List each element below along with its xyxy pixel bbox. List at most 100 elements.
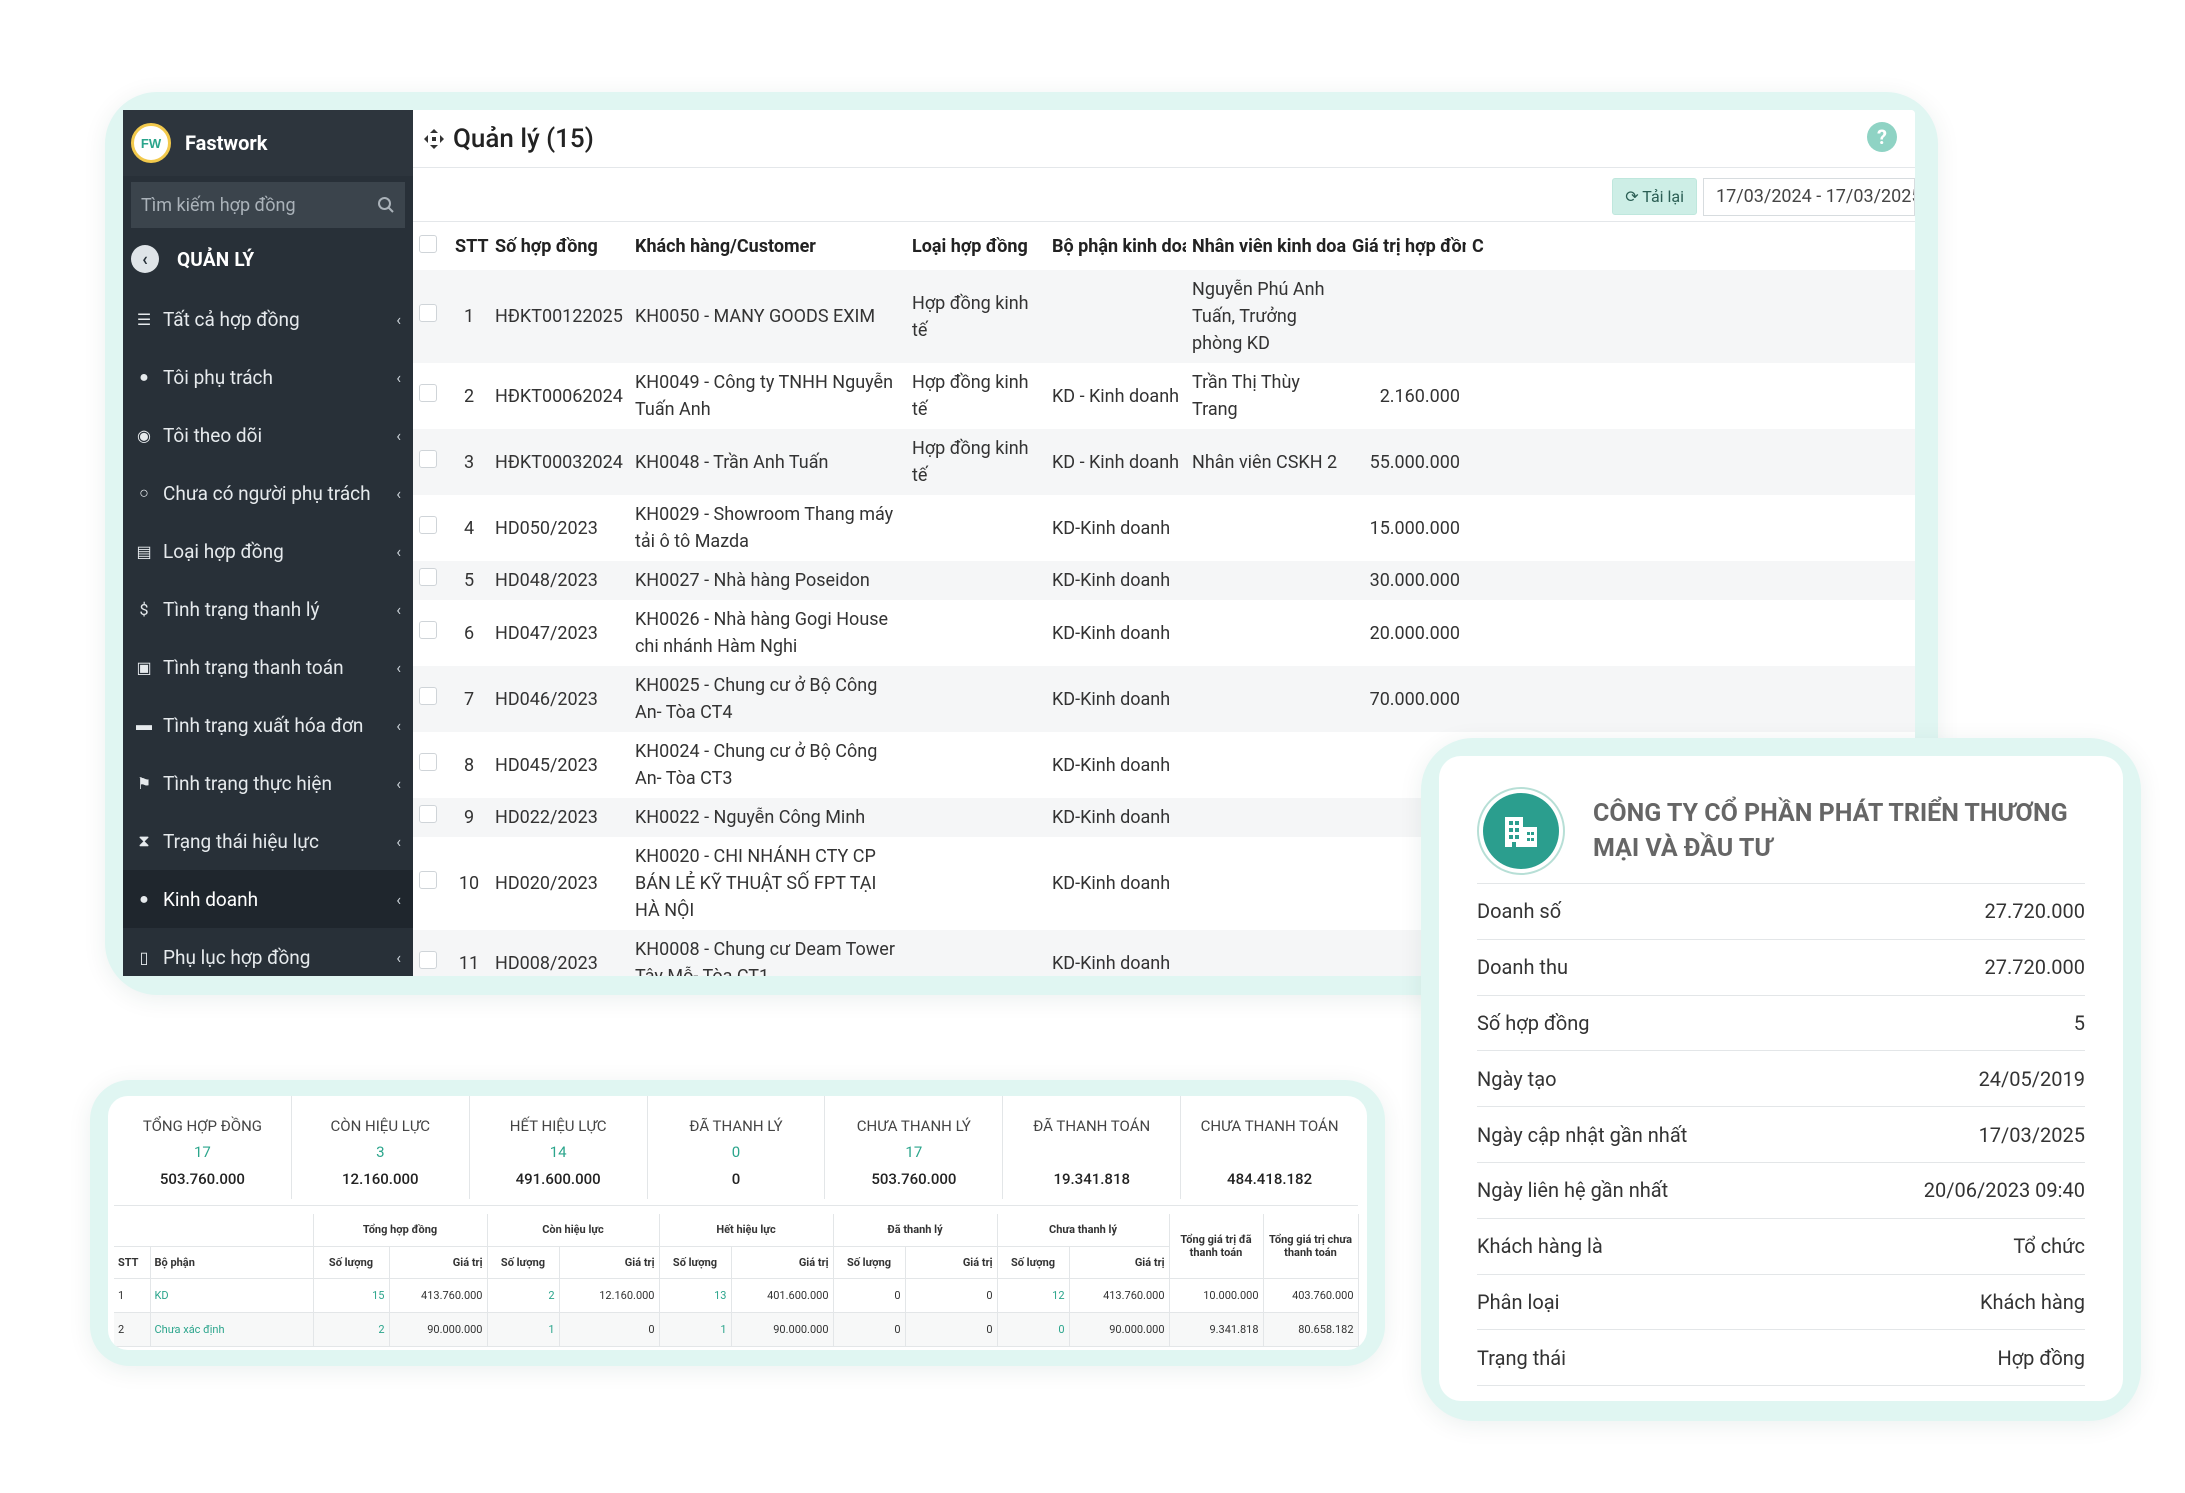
qty-cell[interactable]: 13: [659, 1278, 732, 1313]
flag-icon: ⚑: [136, 773, 152, 793]
contract-code-link[interactable]: HD022/2023: [489, 798, 629, 837]
section-header[interactable]: ‹ QUẢN LÝ: [123, 228, 413, 290]
contract-code-link[interactable]: HD048/2023: [489, 561, 629, 600]
contract-code-link[interactable]: HD047/2023: [489, 600, 629, 666]
detail-value: 20/06/2023 09:40: [1923, 1178, 2085, 1203]
row-checkbox[interactable]: [419, 950, 437, 969]
back-arrow-icon[interactable]: ‹: [131, 245, 159, 273]
qty-cell[interactable]: 12: [997, 1278, 1070, 1313]
stat-count[interactable]: [1181, 1143, 1358, 1162]
sidebar-item-loai-hop-dong[interactable]: ▤ Loại hợp đồng ‹: [123, 522, 413, 580]
qty-cell[interactable]: 1: [659, 1312, 732, 1347]
customer-link[interactable]: KH0022 - Nguyễn Công Minh: [629, 798, 906, 837]
row-checkbox[interactable]: [419, 871, 437, 889]
customer-link[interactable]: KH0050 - MANY GOODS EXIM: [629, 270, 906, 363]
col-customer[interactable]: Khách hàng/Customer: [629, 222, 906, 270]
detail-value: Khách hàng: [1979, 1289, 2085, 1314]
col-department[interactable]: Bộ phận kinh doanh: [1046, 222, 1186, 270]
table-row[interactable]: 6 HD047/2023 KH0026 - Nhà hàng Gogi House …: [413, 600, 1915, 666]
sidebar-item-toi-phu-trach[interactable]: ● Tôi phụ trách ‹: [123, 348, 413, 406]
dept-link[interactable]: Chưa xác định: [150, 1312, 314, 1347]
qty-cell[interactable]: 2: [313, 1312, 390, 1347]
qty-cell[interactable]: 1: [487, 1312, 560, 1347]
stat-count[interactable]: [1003, 1143, 1180, 1162]
row-checkbox[interactable]: [419, 805, 437, 823]
stat-count[interactable]: 0: [648, 1143, 825, 1162]
table-row[interactable]: 1 HĐKT00122025 KH0050 - MANY GOODS EXIM Hợp…: [413, 270, 1915, 363]
row-checkbox[interactable]: [419, 304, 437, 322]
stat-count[interactable]: 14: [470, 1143, 647, 1162]
customer-link[interactable]: KH0048 - Trần Anh Tuấn: [629, 429, 906, 495]
customer-link[interactable]: KH0025 - Chung cư ở Bộ Công An- Tòa CT4: [629, 666, 906, 732]
contract-code-link[interactable]: HD020/2023: [489, 837, 629, 930]
customer-link[interactable]: KH0024 - Chung cư ở Bộ Công An- Tòa CT3: [629, 732, 906, 798]
qty-cell[interactable]: 0: [997, 1312, 1070, 1347]
table-header-row: STT Số hợp đồng Khách hàng/Customer Loại…: [413, 222, 1915, 270]
table-row[interactable]: 2 HĐKT00062024 KH0049 - Công ty TNHH Nguyễ…: [413, 363, 1915, 429]
col-value[interactable]: Giá trị hợp đồng: [1346, 222, 1466, 270]
money-icon: ▣: [136, 657, 152, 677]
row-checkbox[interactable]: [419, 515, 437, 534]
sidebar-item-tat-ca-hop-dong[interactable]: ☰ Tất cả hợp đồng ‹: [123, 290, 413, 348]
customer-link[interactable]: KH0026 - Nhà hàng Gogi House chi nhánh H…: [629, 600, 906, 666]
contract-code-link[interactable]: HD046/2023: [489, 666, 629, 732]
search-icon[interactable]: [377, 196, 395, 214]
row-checkbox[interactable]: [419, 568, 437, 586]
sidebar-item-tinh-trang-xuat-hoa-don[interactable]: ▬ Tình trạng xuất hóa đơn ‹: [123, 696, 413, 754]
sales-staff: [1186, 561, 1346, 600]
contract-code-link[interactable]: HD008/2023: [489, 930, 629, 976]
sidebar-item-tinh-trang-thanh-toan[interactable]: ▣ Tình trạng thanh toán ‹: [123, 638, 413, 696]
sidebar-item-toi-theo-doi[interactable]: ◉ Tôi theo dõi ‹: [123, 406, 413, 464]
sidebar-item-trang-thai-hieu-luc[interactable]: ⧗ Trạng thái hiệu lực ‹: [123, 812, 413, 870]
sidebar-item-kinh-doanh[interactable]: ● Kinh doanh ‹: [123, 870, 413, 928]
sidebar-item-phu-luc-hop-dong[interactable]: ▯ Phụ lục hợp đồng ‹: [123, 928, 413, 976]
detail-row: Doanh thu 27.720.000: [1477, 940, 2085, 996]
table-row[interactable]: 4 HD050/2023 KH0029 - Showroom Thang máy t…: [413, 495, 1915, 561]
col-contract-code[interactable]: Số hợp đồng: [489, 222, 629, 270]
contract-type: [906, 798, 1046, 837]
help-icon[interactable]: ?: [1867, 122, 1897, 152]
dept-link[interactable]: KD: [150, 1278, 314, 1313]
search-input[interactable]: [141, 194, 361, 216]
date-range-picker[interactable]: 17/03/2024 - 17/03/2025: [1703, 177, 1915, 216]
chevron-left-icon: ‹: [396, 599, 401, 619]
row-checkbox[interactable]: [419, 752, 437, 771]
sidebar-item-tinh-trang-thanh-ly[interactable]: $ Tình trạng thanh lý ‹: [123, 580, 413, 638]
qty-cell[interactable]: 15: [313, 1278, 390, 1313]
col-extra[interactable]: C: [1466, 222, 1915, 270]
select-all-checkbox[interactable]: [419, 234, 437, 253]
row-checkbox[interactable]: [419, 620, 437, 639]
customer-link[interactable]: KH0049 - Công ty TNHH Nguyễn Tuấn Anh: [629, 363, 906, 429]
qty-cell[interactable]: 2: [487, 1278, 560, 1313]
paid-total: 9.341.818: [1169, 1312, 1264, 1347]
contract-code-link[interactable]: HĐKT00062024: [489, 363, 629, 429]
col-stt[interactable]: STT: [449, 222, 489, 270]
row-checkbox[interactable]: [419, 383, 437, 402]
customer-link[interactable]: KH0008 - Chung cư Deam Tower Tây Mỗ- Tòa…: [629, 930, 906, 976]
stat-count[interactable]: 17: [114, 1143, 291, 1162]
sidebar-item-label: Kinh doanh: [163, 887, 259, 911]
detail-value: 27.720.000: [1984, 899, 2085, 924]
row-checkbox[interactable]: [419, 449, 437, 468]
stat-count[interactable]: 3: [292, 1143, 469, 1162]
customer-link[interactable]: KH0020 - CHI NHÁNH CTY CP BÁN LẺ KỸ THUẬ…: [629, 837, 906, 930]
customer-link[interactable]: KH0029 - Showroom Thang máy tải ô tô Maz…: [629, 495, 906, 561]
table-row[interactable]: 3 HĐKT00032024 KH0048 - Trần Anh Tuấn Hợp đ…: [413, 429, 1915, 495]
sidebar-item-tinh-trang-thuc-hien[interactable]: ⚑ Tình trạng thực hiện ‹: [123, 754, 413, 812]
contract-code-link[interactable]: HĐKT00032024: [489, 429, 629, 495]
reload-button[interactable]: ⟳ Tải lại: [1612, 178, 1697, 215]
table-row[interactable]: 5 HD048/2023 KH0027 - Nhà hàng Poseidon KD-…: [413, 561, 1915, 600]
contract-code-link[interactable]: HD050/2023: [489, 495, 629, 561]
company-header: CÔNG TY CỔ PHẦN PHÁT TRIỂN THƯƠNG MẠI VÀ…: [1477, 778, 2085, 884]
customer-link[interactable]: KH0027 - Nhà hàng Poseidon: [629, 561, 906, 600]
detail-row: Ngày tạo 24/05/2019: [1477, 1051, 2085, 1108]
table-row[interactable]: 7 HD046/2023 KH0025 - Chung cư ở Bộ Công A…: [413, 666, 1915, 732]
contract-code-link[interactable]: HĐKT00122025: [489, 270, 629, 363]
summary-row: 2 Chưa xác định 2 90.000.000 1 0 1 90.000.000 0 0…: [114, 1312, 1359, 1347]
stat-count[interactable]: 17: [825, 1143, 1002, 1162]
contract-code-link[interactable]: HD045/2023: [489, 732, 629, 798]
col-staff[interactable]: Nhân viên kinh doanh: [1186, 222, 1346, 270]
sidebar-item-chua-co-nguoi-phu-trach[interactable]: ○ Chưa có người phụ trách ‹: [123, 464, 413, 522]
col-contract-type[interactable]: Loại hợp đồng: [906, 222, 1046, 270]
row-checkbox[interactable]: [419, 686, 437, 705]
